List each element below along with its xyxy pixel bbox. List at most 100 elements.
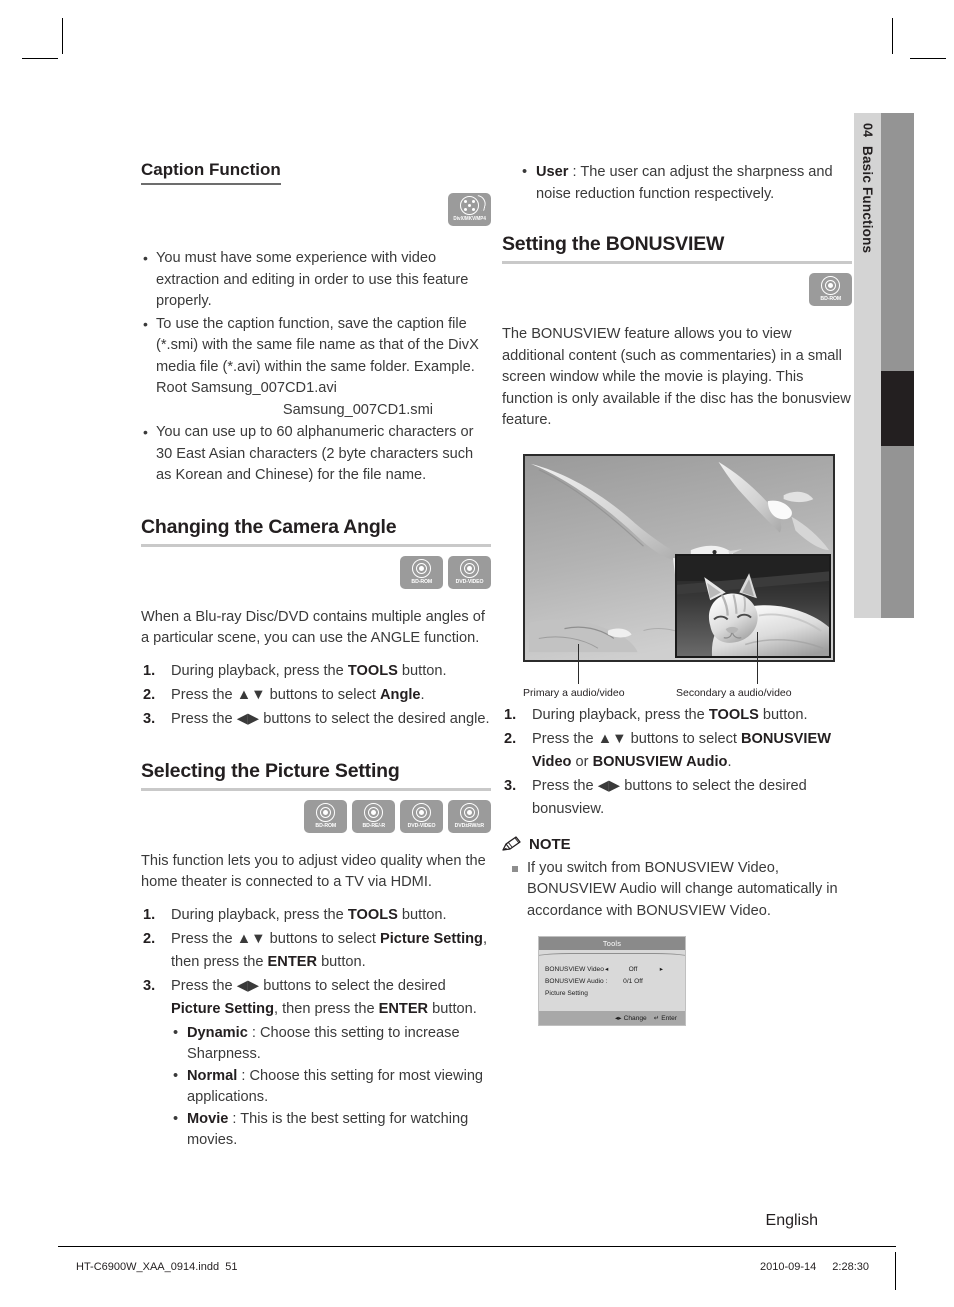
step-text-a: Press the ▲▼ buttons to select bbox=[532, 730, 741, 747]
picture-setting-section: Selecting the Picture Setting BD-ROM BD-… bbox=[141, 760, 491, 1152]
step-text-a: Press the ◀▶ buttons to select the desir… bbox=[171, 977, 446, 994]
camera-angle-badge-row: BD-ROM DVD-VIDEO bbox=[141, 555, 491, 589]
caption-function-title: Caption Function bbox=[141, 160, 281, 185]
pencil-icon bbox=[502, 836, 521, 851]
bonusview-steps: 1. During playback, press the TOOLS butt… bbox=[502, 704, 852, 821]
disc-badge-label: BD-RE/-R bbox=[362, 822, 385, 829]
left-right-arrow-icon: ◂▸ bbox=[614, 1015, 622, 1022]
note-items: If you switch from BONUSVIEW Video, BONU… bbox=[502, 858, 852, 923]
disc-badge-label: DVD±RW/±R bbox=[454, 822, 485, 829]
step-text-c: . bbox=[420, 686, 425, 703]
step-number: 1. bbox=[143, 662, 156, 679]
osd-row-label: BONUSVIEW Video bbox=[545, 965, 604, 973]
step-number: 3. bbox=[143, 710, 156, 727]
list-item: Dynamic : Choose this setting to increas… bbox=[171, 1023, 491, 1066]
footer-rule bbox=[58, 1246, 896, 1247]
disc-badge-label: BD-ROM bbox=[411, 578, 432, 585]
camera-angle-intro: When a Blu-ray Disc/DVD contains multipl… bbox=[141, 608, 485, 647]
bonusview-title: Setting the BONUSVIEW bbox=[502, 233, 725, 255]
osd-row-value: 0/1 Off bbox=[623, 977, 643, 985]
picture-setting-steps: 1. During playback, press the TOOLS butt… bbox=[141, 904, 491, 1152]
step-item: 2. Press the ▲▼ buttons to select BONUSV… bbox=[502, 728, 852, 774]
bonusview-section: Setting the BONUSVIEW BD-ROM The BONUSVI… bbox=[502, 233, 852, 1026]
osd-change-label: Change bbox=[623, 1014, 647, 1022]
manual-page: Caption Function DivX/MKV/MP4 • You must… bbox=[0, 0, 954, 1307]
osd-row-bonusview-audio[interactable]: BONUSVIEW Audio : 0/1 Off bbox=[545, 975, 679, 987]
step-key-bonusview-audio: BONUSVIEW Audio bbox=[592, 753, 728, 770]
step-text-e: button. bbox=[428, 1000, 477, 1017]
list-item: Movie : This is the best setting for wat… bbox=[171, 1109, 491, 1152]
chapter-number: 04 bbox=[860, 123, 875, 138]
film-tail-glyph bbox=[474, 194, 488, 212]
disc-badge-label: BD-ROM bbox=[820, 296, 841, 302]
step-number: 1. bbox=[504, 706, 517, 723]
list-item: Normal : Choose this setting for most vi… bbox=[171, 1066, 491, 1109]
disc-icon: DVD±RW/±R bbox=[448, 799, 491, 833]
option-desc: : This is the best setting for watching … bbox=[187, 1110, 469, 1149]
footer-file-name: HT-C6900W_XAA_0914.indd bbox=[76, 1261, 220, 1273]
sleeping-cat-photo bbox=[677, 555, 829, 656]
disc-glyph bbox=[412, 802, 431, 822]
step-number: 3. bbox=[504, 777, 517, 794]
step-key-enter: ENTER bbox=[378, 1000, 429, 1017]
crop-mark-top-left-horizontal bbox=[22, 58, 58, 59]
osd-change-hint: ◂▸ Change bbox=[614, 1014, 647, 1023]
step-item: 2. Press the ▲▼ buttons to select Pictur… bbox=[141, 928, 491, 974]
caption-function-section: Caption Function DivX/MKV/MP4 • You must… bbox=[141, 160, 491, 487]
disc-icon: DVD-VIDEO bbox=[448, 555, 491, 589]
step-key-tools: TOOLS bbox=[347, 662, 398, 679]
footer-crop-tick bbox=[895, 1252, 896, 1290]
caption-function-bullet-list: You must have some experience with video… bbox=[141, 248, 491, 487]
secondary-video-frame bbox=[675, 553, 831, 658]
disc-icon: BD-ROM bbox=[304, 799, 347, 833]
step-number: 2. bbox=[143, 930, 156, 947]
chapter-tab-dark-band bbox=[881, 113, 914, 618]
step-item: 1. During playback, press the TOOLS butt… bbox=[141, 660, 491, 683]
osd-row-picture-setting[interactable]: Picture Setting bbox=[545, 987, 679, 999]
bonusview-intro: The BONUSVIEW feature allows you to view… bbox=[502, 326, 851, 428]
disc-icon: BD-ROM bbox=[809, 273, 852, 306]
bonusview-figure: Primary a audio/video Secondary a audio/… bbox=[523, 453, 835, 704]
osd-enter-label: Enter bbox=[661, 1014, 677, 1022]
picture-setting-intro: This function lets you to adjust video q… bbox=[141, 852, 486, 891]
step-number: 3. bbox=[143, 977, 156, 994]
osd-right-arrow-icon[interactable]: ▸ bbox=[653, 965, 663, 973]
step-text-a: Press the ◀▶ buttons to select the desir… bbox=[171, 710, 490, 727]
footer-time: 2:28:30 bbox=[832, 1261, 869, 1273]
disc-glyph bbox=[821, 276, 840, 295]
step-text-a: Press the ◀▶ buttons to select the desir… bbox=[532, 777, 807, 817]
step-number: 2. bbox=[504, 730, 517, 747]
osd-left-arrow-icon[interactable]: ◂ bbox=[605, 965, 613, 973]
footer-page-number: 51 bbox=[225, 1261, 238, 1273]
enter-key-icon: ↵ bbox=[653, 1015, 660, 1022]
picture-setting-options: Dynamic : Choose this setting to increas… bbox=[171, 1023, 491, 1152]
step-key-tools: TOOLS bbox=[347, 906, 398, 923]
list-item: You must have some experience with video… bbox=[141, 248, 491, 313]
secondary-callout-line bbox=[757, 631, 758, 684]
footer-date: 2010-09-14 bbox=[760, 1261, 817, 1273]
step-text-c: button. bbox=[397, 906, 447, 923]
disc-glyph bbox=[412, 558, 431, 578]
step-item: 1. During playback, press the TOOLS butt… bbox=[502, 704, 852, 727]
divx-badge-label: DivX/MKV/MP4 bbox=[453, 216, 486, 222]
option-desc: : The user can adjust the sharpness and … bbox=[536, 164, 833, 202]
option-name-user: User bbox=[536, 164, 569, 180]
step-text-e: button. bbox=[317, 953, 366, 970]
osd-rows: BONUSVIEW Video ◂ Off ▸ BONUSVIEW Audio … bbox=[539, 959, 685, 999]
list-item: To use the caption function, save the ca… bbox=[141, 314, 491, 422]
divx-disc-icon: DivX/MKV/MP4 bbox=[448, 193, 491, 226]
step-text-a: During playback, press the bbox=[532, 706, 709, 723]
footer-file-info: HT-C6900W_XAA_0914.indd 51 bbox=[76, 1261, 237, 1273]
step-text-a: During playback, press the bbox=[171, 906, 348, 923]
note-block: NOTE If you switch from BONUSVIEW Video,… bbox=[502, 836, 852, 923]
left-column: Caption Function DivX/MKV/MP4 • You must… bbox=[141, 160, 491, 1153]
list-item: If you switch from BONUSVIEW Video, BONU… bbox=[502, 858, 852, 923]
list-item-text: To use the caption function, save the ca… bbox=[156, 315, 479, 397]
user-option-list: User : The user can adjust the sharpness… bbox=[502, 162, 852, 205]
step-item: 2. Press the ▲▼ buttons to select Angle. bbox=[141, 684, 491, 707]
step-text-a: During playback, press the bbox=[171, 662, 348, 679]
primary-callout-label: Primary a audio/video bbox=[523, 686, 625, 699]
osd-row-bonusview-video[interactable]: BONUSVIEW Video ◂ Off ▸ bbox=[545, 963, 679, 975]
footer-timestamp: 2010-09-14 2:28:30 bbox=[760, 1261, 869, 1273]
osd-footer: ◂▸ Change ↵ Enter bbox=[539, 1011, 685, 1025]
